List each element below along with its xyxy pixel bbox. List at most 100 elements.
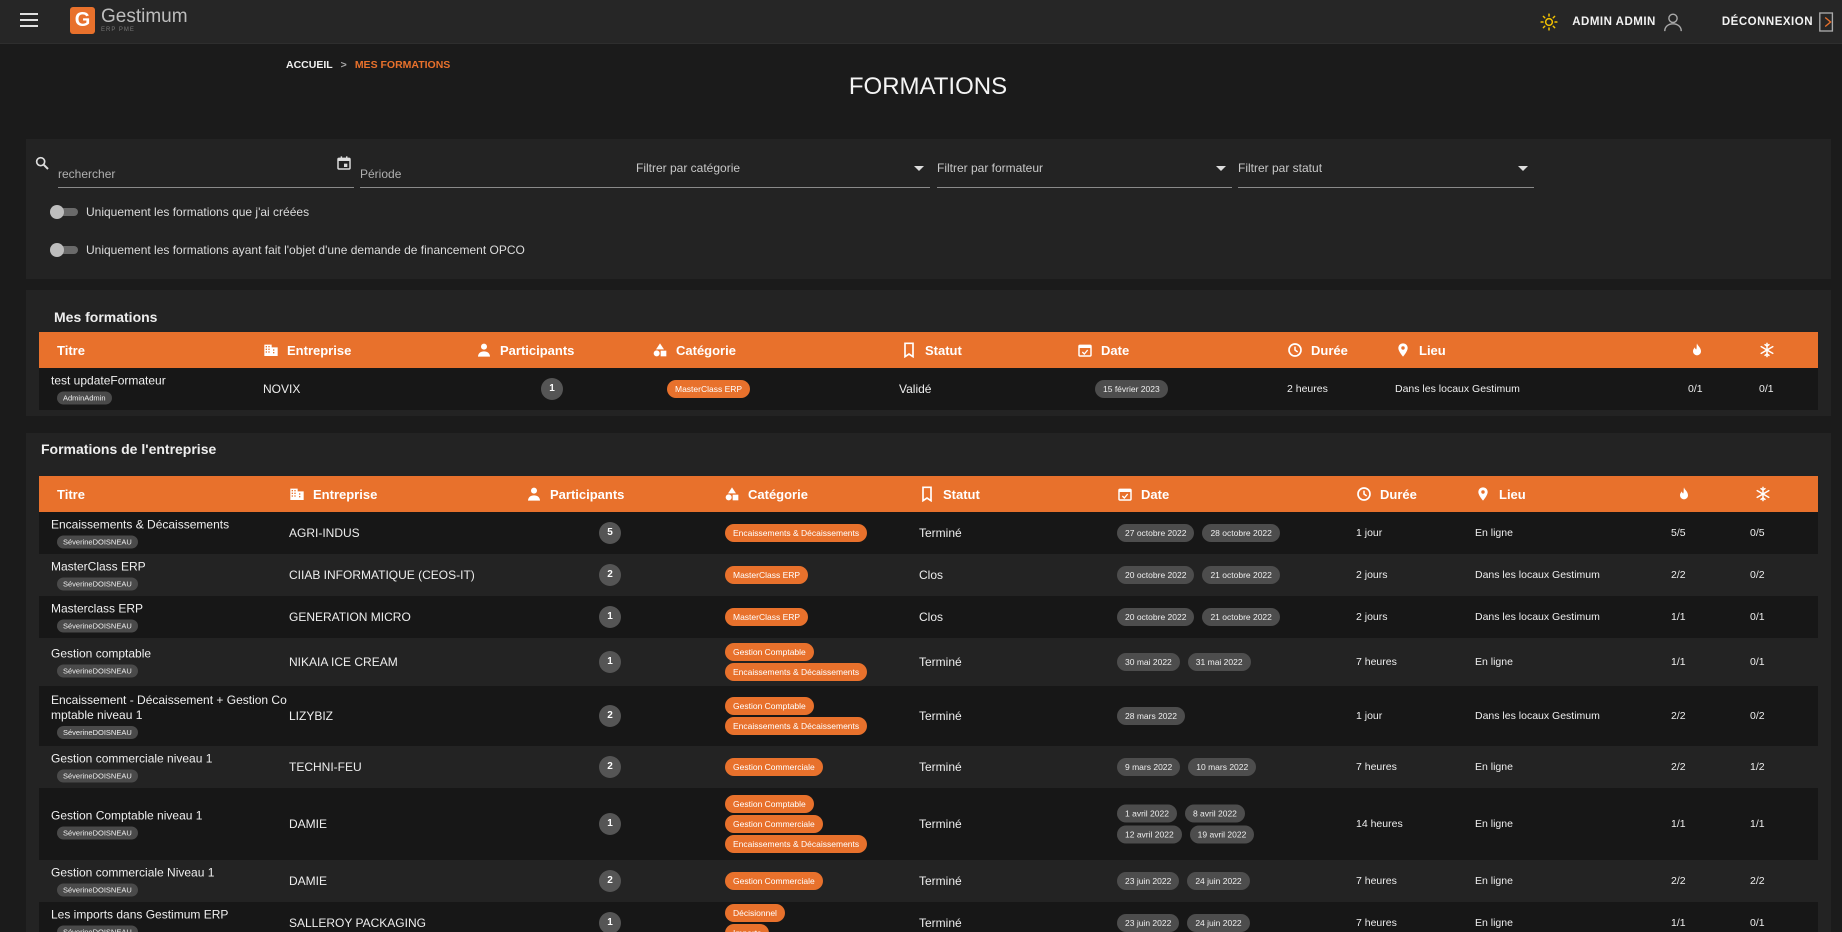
category-filter[interactable]: Filtrer par catégorie: [636, 153, 930, 188]
date-list: 15 février 2023: [1095, 377, 1168, 401]
flame-ratio: 1/1: [1671, 818, 1686, 830]
table-row[interactable]: MasterClass ERP SéverineDOISNEAU CIIAB IN…: [39, 554, 1818, 596]
table-row[interactable]: Encaissements & Décaissements SéverineDOI…: [39, 512, 1818, 554]
column-participants[interactable]: Participants: [476, 332, 574, 368]
column-lieu[interactable]: Lieu: [1395, 332, 1446, 368]
column-ratio2[interactable]: [1759, 332, 1783, 368]
user-icon[interactable]: [1662, 11, 1684, 33]
participants-count[interactable]: 5: [599, 522, 621, 544]
training-title[interactable]: Gestion commerciale Niveau 1: [51, 866, 214, 881]
participants-count[interactable]: 2: [599, 705, 621, 727]
participants-count[interactable]: 1: [599, 606, 621, 628]
table-row[interactable]: Masterclass ERP SéverineDOISNEAU GENERATI…: [39, 596, 1818, 638]
toggle-opco-switch[interactable]: [50, 243, 78, 257]
training-title[interactable]: Masterclass ERP: [51, 602, 143, 617]
table-row[interactable]: Les imports dans Gestimum ERP SéverineDOI…: [39, 902, 1818, 932]
breadcrumb-current: MES FORMATIONS: [354, 59, 451, 71]
company-name: DAMIE: [289, 874, 328, 888]
column-statut[interactable]: Statut: [919, 476, 980, 512]
table-row[interactable]: test updateFormateur AdminAdmin NOVIX 1 M…: [39, 368, 1818, 410]
participants-count[interactable]: 2: [599, 870, 621, 892]
participants-count[interactable]: 1: [599, 651, 621, 673]
participants-count[interactable]: 1: [599, 912, 621, 932]
date-chip: 28 mars 2022: [1117, 707, 1185, 725]
author-chip: SéverineDOISNEAU: [57, 577, 138, 591]
date-chip: 24 juin 2022: [1187, 914, 1250, 932]
column-participants[interactable]: Participants: [526, 476, 624, 512]
column-duree[interactable]: Durée: [1287, 332, 1348, 368]
column-date[interactable]: Date: [1117, 476, 1169, 512]
location-text: Dans les locaux Gestimum: [1475, 611, 1600, 623]
status-filter[interactable]: Filtrer par statut: [1238, 153, 1534, 188]
column-titre[interactable]: Titre: [57, 476, 85, 512]
period-field[interactable]: [360, 153, 656, 188]
category-list: Gestion Comptable Gestion Commerciale Enca…: [725, 793, 868, 855]
table-row[interactable]: Gestion commerciale Niveau 1 SéverineDOIS…: [39, 860, 1818, 902]
training-title[interactable]: MasterClass ERP: [51, 560, 146, 575]
column-label-duree: Durée: [1311, 342, 1348, 358]
training-title[interactable]: Encaissements & Décaissements: [51, 518, 229, 533]
toggle-mine-switch[interactable]: [50, 205, 78, 219]
table-row[interactable]: Gestion commerciale niveau 1 SéverineDOIS…: [39, 746, 1818, 788]
search-input[interactable]: [58, 153, 354, 187]
table-row[interactable]: Encaissement - Décaissement + Gestion Co…: [39, 686, 1818, 746]
column-ratio1[interactable]: [1689, 332, 1713, 368]
chevron-down-icon: [914, 166, 924, 171]
menu-icon[interactable]: [20, 13, 38, 29]
date-list: 1 avril 2022 8 avril 2022 12 avril 2022 19 …: [1117, 802, 1255, 847]
column-label-lieu: Lieu: [1419, 342, 1446, 358]
logout-button[interactable]: DÉCONNEXION: [1722, 16, 1813, 28]
trainer-filter[interactable]: Filtrer par formateur: [937, 153, 1232, 188]
user-name[interactable]: ADMIN ADMIN: [1572, 16, 1656, 28]
period-input[interactable]: [360, 153, 656, 187]
column-date[interactable]: Date: [1077, 332, 1129, 368]
flame-ratio: 2/2: [1671, 875, 1686, 887]
location-text: Dans les locaux Gestimum: [1475, 710, 1600, 722]
training-title[interactable]: Gestion Comptable niveau 1: [51, 809, 202, 824]
search-field[interactable]: [58, 153, 354, 188]
logout-icon[interactable]: [1818, 12, 1836, 32]
sun-icon[interactable]: [1540, 13, 1558, 31]
column-label-date: Date: [1141, 486, 1170, 502]
top-bar: G Gestimum ERP PME ADMIN ADMIN DÉCONNEXI…: [0, 0, 1842, 44]
person-icon: [526, 486, 550, 502]
training-title[interactable]: Les imports dans Gestimum ERP: [51, 908, 228, 923]
column-titre[interactable]: Titre: [57, 332, 85, 368]
author-chip: SéverineDOISNEAU: [57, 726, 138, 739]
table-row[interactable]: Gestion comptable SéverineDOISNEAU NIKAIA…: [39, 638, 1818, 686]
participants-count[interactable]: 2: [599, 564, 621, 586]
training-title[interactable]: Gestion comptable: [51, 647, 151, 662]
snowflake-ratio: 1/1: [1750, 818, 1765, 830]
column-categorie[interactable]: Catégorie: [724, 476, 808, 512]
duration-text: 2 jours: [1356, 611, 1388, 623]
participants-count[interactable]: 2: [599, 756, 621, 778]
category-chip: Décisionnel: [725, 904, 785, 922]
participants-count[interactable]: 1: [599, 813, 621, 835]
column-duree[interactable]: Durée: [1356, 476, 1417, 512]
training-title[interactable]: Gestion commerciale niveau 1: [51, 752, 212, 767]
training-title[interactable]: test updateFormateur: [51, 374, 166, 389]
bookmark-icon: [901, 342, 925, 358]
column-label-duree: Durée: [1380, 486, 1417, 502]
date-chip: 21 octobre 2022: [1202, 566, 1280, 584]
column-lieu[interactable]: Lieu: [1475, 476, 1526, 512]
breadcrumb-home[interactable]: ACCUEIL: [286, 59, 333, 71]
column-entreprise[interactable]: Entreprise: [289, 476, 377, 512]
column-categorie[interactable]: Catégorie: [652, 332, 736, 368]
status-text: Terminé: [919, 655, 962, 669]
participants-count[interactable]: 1: [541, 378, 563, 400]
column-statut[interactable]: Statut: [901, 332, 962, 368]
status-text: Clos: [919, 568, 944, 582]
column-label-titre: Titre: [57, 486, 85, 502]
location-icon: [1475, 486, 1499, 502]
table-row[interactable]: Gestion Comptable niveau 1 SéverineDOISNE…: [39, 788, 1818, 860]
training-title[interactable]: Encaissement - Décaissement + Gestion Co…: [51, 693, 287, 723]
column-ratio1[interactable]: [1676, 476, 1700, 512]
column-entreprise[interactable]: Entreprise: [263, 332, 351, 368]
status-text: Terminé: [919, 817, 962, 831]
app-logo[interactable]: G Gestimum ERP PME: [70, 7, 188, 34]
column-ratio2[interactable]: [1755, 476, 1779, 512]
status-text: Validé: [899, 382, 932, 396]
training-title-line: Encaissement - Décaissement + Gestion Co: [51, 693, 287, 707]
status-text: Terminé: [919, 874, 962, 888]
